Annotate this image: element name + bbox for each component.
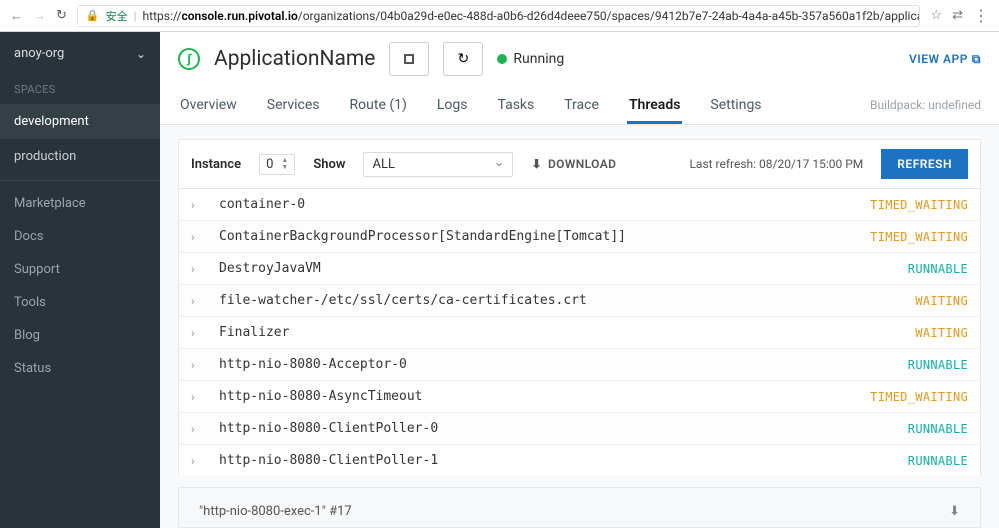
thread-name: Finalizer [219,325,899,340]
download-icon[interactable]: ⬇ [949,504,960,519]
thread-state: RUNNABLE [908,454,968,468]
thread-state: WAITING [915,326,968,340]
tab-route-1-[interactable]: Route (1) [348,86,409,124]
instance-label: Instance [191,157,241,172]
sidebar-link-status[interactable]: Status [0,352,160,385]
stop-button[interactable] [389,42,429,76]
chevron-right-icon: › [191,422,203,436]
thread-row[interactable]: › DestroyJavaVM RUNNABLE [179,253,980,285]
app-header: ʃ ApplicationName ↻ Running VIEW APP ⧉ [160,32,999,86]
chevron-right-icon: › [191,358,203,372]
sidebar-link-docs[interactable]: Docs [0,220,160,253]
sidebar-space-development[interactable]: development [0,104,160,139]
sidebar-link-blog[interactable]: Blog [0,319,160,352]
chevron-right-icon: › [191,326,203,340]
sidebar-divider [0,180,160,181]
thread-row[interactable]: › http-nio-8080-AsyncTimeout TIMED_WAITING [179,381,980,413]
buildpack-label: Buildpack: undefined [870,98,981,112]
chevron-right-icon: › [191,262,203,276]
chevron-down-icon: ⌄ [136,47,146,61]
lock-icon: 🔒 [86,9,100,22]
extension-icon[interactable]: ⇄ [952,8,963,23]
thread-name: http-nio-8080-ClientPoller-0 [219,421,892,436]
tab-bar: Overview Services Route (1) Logs Tasks Trace T… [160,86,999,125]
external-link-icon: ⧉ [972,52,981,67]
instance-stepper[interactable]: 0 ▲▼ [259,154,295,175]
last-refresh-text: Last refresh: 08/20/17 15:00 PM [689,157,863,171]
restart-icon: ↻ [458,51,470,67]
safe-label: 安全 [106,8,128,24]
org-name: anoy-org [14,46,64,61]
thread-state: TIMED_WAITING [870,390,968,404]
thread-state: RUNNABLE [908,358,968,372]
chevron-right-icon: › [191,230,203,244]
show-label: Show [313,157,345,172]
bookmark-star-icon[interactable]: ☆ [930,8,942,23]
tab-tasks[interactable]: Tasks [496,86,537,124]
stop-icon [404,54,414,64]
restart-button[interactable]: ↻ [443,42,483,76]
chevron-right-icon: › [191,294,203,308]
tab-threads[interactable]: Threads [627,86,682,124]
tab-settings[interactable]: Settings [708,86,763,124]
thread-row[interactable]: › http-nio-8080-ClientPoller-0 RUNNABLE [179,413,980,445]
thread-state: TIMED_WAITING [870,230,968,244]
thread-state: WAITING [915,294,968,308]
thread-row[interactable]: › http-nio-8080-ClientPoller-1 RUNNABLE [179,445,980,475]
thread-state: RUNNABLE [908,422,968,436]
app-status: Running [497,51,564,67]
view-app-link[interactable]: VIEW APP ⧉ [909,52,981,67]
sidebar-link-support[interactable]: Support [0,253,160,286]
chevron-right-icon: › [191,390,203,404]
chevron-right-icon: › [191,198,203,212]
thread-row[interactable]: › file-watcher-/etc/ssl/certs/ca-certific… [179,285,980,317]
sidebar-link-tools[interactable]: Tools [0,286,160,319]
thread-name: ContainerBackgroundProcessor[StandardEng… [219,229,854,244]
nav-forward-icon[interactable]: → [33,8,46,24]
status-dot-icon [497,54,507,64]
thread-row[interactable]: › Finalizer WAITING [179,317,980,349]
thread-row[interactable]: › http-nio-8080-Acceptor-0 RUNNABLE [179,349,980,381]
thread-name: file-watcher-/etc/ssl/certs/ca-certifica… [219,293,899,308]
thread-name: http-nio-8080-ClientPoller-1 [219,453,892,468]
stepper-arrows-icon: ▲▼ [281,157,288,171]
url-field[interactable]: 🔒 安全 | https://console.run.pivotal.io/or… [77,5,921,27]
url-text: https://console.run.pivotal.io/organizat… [143,9,921,23]
thread-name: http-nio-8080-Acceptor-0 [219,357,892,372]
status-text: Running [513,51,564,67]
thread-detail-panel: "http-nio-8080-exec-1" #17 ⬇ [178,487,981,528]
thread-name: container-0 [219,197,854,212]
threads-toolbar: Instance 0 ▲▼ Show ALL ⬇ DOWNLOAD Last r… [178,139,981,189]
thread-name: http-nio-8080-AsyncTimeout [219,389,854,404]
org-switcher[interactable]: anoy-org ⌄ [0,32,160,75]
thread-detail-line: "http-nio-8080-exec-1" #17 [199,504,352,519]
nav-reload-icon[interactable]: ↻ [56,8,67,23]
spaces-heading: SPACES [0,75,160,104]
download-icon: ⬇ [531,157,541,171]
thread-row[interactable]: › container-0 TIMED_WAITING [179,189,980,221]
tab-trace[interactable]: Trace [562,86,601,124]
refresh-button[interactable]: REFRESH [881,149,968,179]
show-select[interactable]: ALL [363,152,513,177]
nav-back-icon[interactable]: ← [10,8,23,24]
thread-name: DestroyJavaVM [219,261,892,276]
browser-address-bar: ← → ↻ 🔒 安全 | https://console.run.pivotal… [0,0,999,32]
tab-services[interactable]: Services [265,86,322,124]
sidebar: anoy-org ⌄ SPACES developmentproduction … [0,32,160,528]
chevron-right-icon: › [191,454,203,468]
browser-menu-icon[interactable]: ⋮ [973,6,989,25]
sidebar-link-marketplace[interactable]: Marketplace [0,187,160,220]
app-name: ApplicationName [214,47,375,71]
thread-state: TIMED_WAITING [870,198,968,212]
tab-logs[interactable]: Logs [435,86,470,124]
tab-overview[interactable]: Overview [178,86,239,124]
thread-row[interactable]: › ContainerBackgroundProcessor[StandardEn… [179,221,980,253]
download-button[interactable]: ⬇ DOWNLOAD [531,157,616,171]
thread-state: RUNNABLE [908,262,968,276]
cloudfoundry-icon: ʃ [178,48,200,70]
sidebar-space-production[interactable]: production [0,139,160,174]
thread-list: › container-0 TIMED_WAITING › ContainerBackg… [178,189,981,475]
